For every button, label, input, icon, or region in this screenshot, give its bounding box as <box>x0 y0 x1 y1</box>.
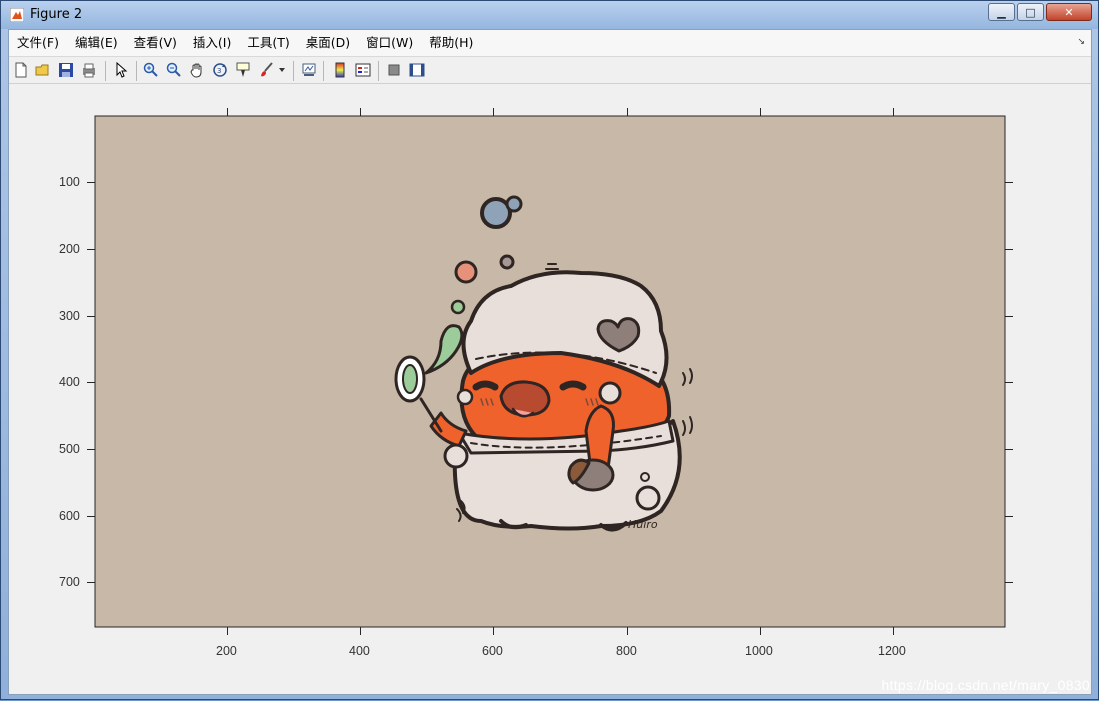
signature: Huiro <box>628 518 658 531</box>
y-tick-label: 700 <box>59 575 80 589</box>
bubble <box>499 254 515 270</box>
y-tick-label: 200 <box>59 242 80 256</box>
x-tick-label: 200 <box>216 644 237 658</box>
x-tick-label: 400 <box>349 644 370 658</box>
y-tick-label: 400 <box>59 375 80 389</box>
y-tick-label: 100 <box>59 175 80 189</box>
x-tick-label: 800 <box>616 644 637 658</box>
y-tick-label: 500 <box>59 442 80 456</box>
y-tick-label: 300 <box>59 309 80 323</box>
watermark: https://blog.csdn.net/mary_0830 <box>881 677 1090 693</box>
x-tick-label: 600 <box>482 644 503 658</box>
x-tick-label: 1200 <box>878 644 906 658</box>
bubble <box>505 195 523 213</box>
bubble <box>454 260 478 284</box>
y-tick-label: 600 <box>59 509 80 523</box>
bubble <box>450 299 466 315</box>
x-tick-label: 1000 <box>745 644 773 658</box>
axes[interactable]: Huiro <box>1 1 1099 701</box>
figure-window: Figure 2 ▁ □ ✕ 文件(F) 编辑(E) 查看(V) 插入(I) 工… <box>0 0 1099 700</box>
